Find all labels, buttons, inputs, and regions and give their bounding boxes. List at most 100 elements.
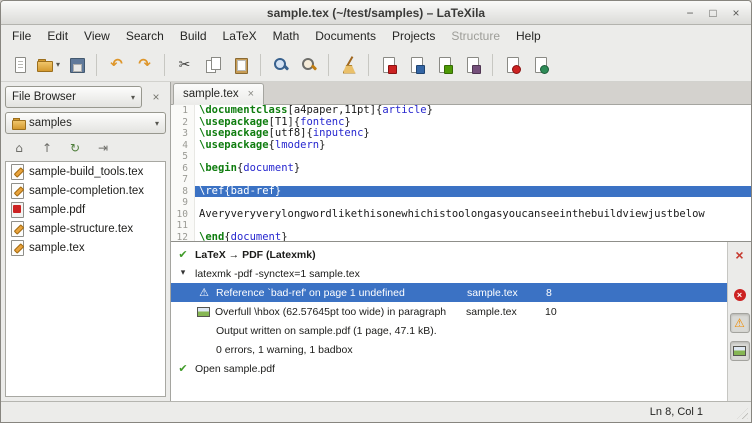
code-token: \begin bbox=[199, 162, 237, 174]
line-number: 8 bbox=[171, 186, 195, 198]
code-token: } bbox=[281, 231, 287, 242]
pdf-file-icon bbox=[10, 202, 24, 217]
menu-help[interactable]: Help bbox=[508, 25, 549, 48]
directory-selector[interactable]: samples ▾ bbox=[5, 112, 166, 134]
statusbar: Ln 8, Col 1 bbox=[1, 401, 751, 422]
side-panel-selector[interactable]: File Browser ▾ bbox=[5, 86, 142, 108]
menu-edit[interactable]: Edit bbox=[39, 25, 76, 48]
tex-file-icon bbox=[10, 183, 24, 198]
tab-close-icon[interactable]: × bbox=[248, 88, 254, 100]
convert-dvi-to-pdf-icon bbox=[464, 56, 482, 74]
copy-button[interactable] bbox=[199, 51, 226, 78]
code-token: \end bbox=[199, 231, 224, 242]
directory-label: samples bbox=[29, 117, 72, 129]
cursor-position: Ln 8, Col 1 bbox=[650, 406, 703, 418]
view-pdf-icon bbox=[532, 56, 550, 74]
compile-latexmk-icon bbox=[380, 56, 398, 74]
parent-directory-button[interactable]: ↑ bbox=[35, 138, 59, 157]
file-item[interactable]: sample-completion.tex bbox=[6, 181, 165, 200]
editor-line[interactable]: 12\end{document} bbox=[171, 232, 751, 242]
menubar: FileEditViewSearchBuildLaTeXMathDocument… bbox=[1, 25, 751, 48]
refresh-icon: ↻ bbox=[70, 142, 80, 154]
line-number: 4 bbox=[171, 140, 195, 152]
titlebar[interactable]: sample.tex (~/test/samples) – LaTeXila −… bbox=[1, 1, 751, 25]
build-row-open-pdf-message[interactable]: ✔Open sample.pdf bbox=[171, 359, 727, 378]
menu-documents[interactable]: Documents bbox=[307, 25, 384, 48]
tex-file-icon bbox=[10, 221, 24, 236]
compile-latex-button[interactable] bbox=[403, 51, 430, 78]
build-row-badbox-message[interactable]: Overfull \hbox (62.57645pt too wide) in … bbox=[171, 302, 727, 321]
editor-line[interactable]: 4\usepackage{lmodern} bbox=[171, 140, 751, 152]
cut-button[interactable]: ✂ bbox=[171, 51, 198, 78]
show-badboxes-button[interactable] bbox=[730, 341, 750, 361]
build-row-warning-message[interactable]: ⚠Reference `bad-ref' on page 1 undefined… bbox=[171, 283, 727, 302]
home-button[interactable]: ⌂ bbox=[7, 138, 31, 157]
menu-projects[interactable]: Projects bbox=[384, 25, 443, 48]
redo-button[interactable]: ↷ bbox=[131, 51, 158, 78]
minimize-button[interactable]: − bbox=[683, 6, 697, 20]
menu-math[interactable]: Math bbox=[265, 25, 308, 48]
redo-icon: ↷ bbox=[138, 57, 151, 72]
toolbar-separator bbox=[164, 54, 165, 76]
file-item[interactable]: sample.pdf bbox=[6, 200, 165, 219]
message-text: Overfull \hbox (62.57645pt too wide) in … bbox=[215, 306, 461, 318]
tex-file-icon bbox=[10, 240, 24, 255]
new-document-button[interactable] bbox=[6, 51, 33, 78]
refresh-button[interactable]: ↻ bbox=[63, 138, 87, 157]
view-pdf-button[interactable] bbox=[527, 51, 554, 78]
file-item[interactable]: sample-structure.tex bbox=[6, 219, 165, 238]
close-button[interactable]: × bbox=[729, 6, 743, 20]
editor[interactable]: 1\documentclass[a4paper,11pt]{article}2\… bbox=[171, 105, 751, 241]
clean-build-files-button[interactable] bbox=[335, 51, 362, 78]
paste-button[interactable] bbox=[227, 51, 254, 78]
compile-latexmk-button[interactable] bbox=[375, 51, 402, 78]
find-and-replace-button[interactable] bbox=[295, 51, 322, 78]
menu-view[interactable]: View bbox=[76, 25, 118, 48]
menu-search[interactable]: Search bbox=[118, 25, 172, 48]
menu-build[interactable]: Build bbox=[172, 25, 215, 48]
menu-structure[interactable]: Structure bbox=[443, 25, 508, 48]
close-build-view-button[interactable]: × bbox=[730, 245, 750, 265]
file-item[interactable]: sample-build_tools.tex bbox=[6, 162, 165, 181]
editor-line[interactable]: 6\begin{document} bbox=[171, 163, 751, 175]
code-text: \usepackage{lmodern} bbox=[195, 140, 751, 152]
show-warnings-button[interactable]: ⚠ bbox=[730, 313, 750, 333]
code-token: \usepackage bbox=[199, 116, 269, 128]
view-dvi-button[interactable] bbox=[499, 51, 526, 78]
convert-dvi-to-pdf-button[interactable] bbox=[459, 51, 486, 78]
menu-latex[interactable]: LaTeX bbox=[215, 25, 265, 48]
file-name: sample-build_tools.tex bbox=[29, 166, 143, 178]
message-text: latexmk -pdf -synctex=1 sample.tex bbox=[195, 268, 360, 280]
maximize-button[interactable]: □ bbox=[706, 6, 720, 20]
open-document-button[interactable]: ▾ bbox=[34, 51, 62, 78]
message-file: sample.tex bbox=[467, 287, 541, 299]
go-to-active-document-icon: ⇥ bbox=[98, 142, 108, 154]
undo-icon: ↶ bbox=[110, 57, 123, 72]
build-row-job-title[interactable]: ✔LaTeX → PDF (Latexmk) bbox=[171, 245, 727, 264]
find-icon bbox=[272, 56, 290, 74]
find-button[interactable] bbox=[267, 51, 294, 78]
compile-pdflatex-button[interactable] bbox=[431, 51, 458, 78]
message-text: 0 errors, 1 warning, 1 badbox bbox=[216, 344, 353, 356]
editor-line[interactable]: 8\ref{bad-ref} bbox=[171, 186, 751, 198]
tab-sample-tex[interactable]: sample.tex × bbox=[173, 83, 264, 105]
undo-button[interactable]: ↶ bbox=[103, 51, 130, 78]
build-row-command[interactable]: ▾latexmk -pdf -synctex=1 sample.tex bbox=[171, 264, 727, 283]
show-errors-button[interactable]: × bbox=[730, 285, 750, 305]
menu-file[interactable]: File bbox=[4, 25, 39, 48]
editor-line[interactable]: 10Averyveryverylongwordlikethisonewhichi… bbox=[171, 209, 751, 221]
code-token: Averyveryverylongwordlikethisonewhichist… bbox=[199, 208, 705, 220]
window-controls: − □ × bbox=[683, 1, 743, 24]
dropdown-caret-icon: ▾ bbox=[56, 60, 60, 69]
code-token: } bbox=[294, 162, 300, 174]
code-token: inputenc bbox=[313, 127, 364, 139]
save-button[interactable] bbox=[63, 51, 90, 78]
close-side-panel-button[interactable]: × bbox=[146, 87, 166, 107]
message-text: LaTeX → PDF (Latexmk) bbox=[195, 249, 316, 261]
go-to-active-document-button[interactable]: ⇥ bbox=[91, 138, 115, 157]
build-row-summary-message[interactable]: 0 errors, 1 warning, 1 badbox bbox=[171, 340, 727, 359]
code-token: lmodern bbox=[275, 139, 319, 151]
build-row-output-message[interactable]: Output written on sample.pdf (1 page, 47… bbox=[171, 321, 727, 340]
file-item[interactable]: sample.tex bbox=[6, 238, 165, 257]
line-number: 6 bbox=[171, 163, 195, 175]
